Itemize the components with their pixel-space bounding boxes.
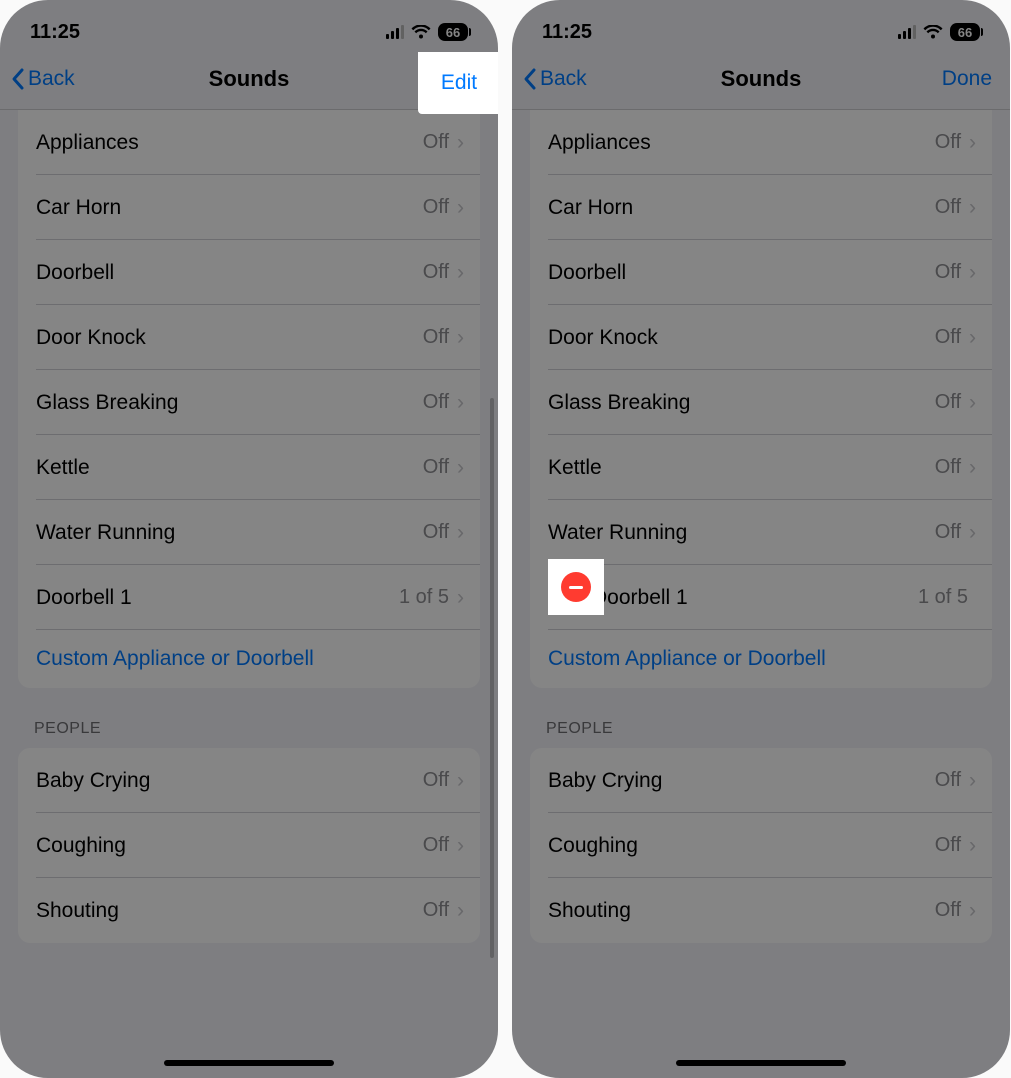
list-item[interactable]: CoughingOff›: [530, 813, 992, 878]
list-item[interactable]: Door KnockOff›: [530, 305, 992, 370]
chevron-right-icon: ›: [969, 261, 976, 285]
list-item[interactable]: Door KnockOff›: [18, 305, 480, 370]
list-item[interactable]: KettleOff›: [18, 435, 480, 500]
list-item[interactable]: Baby CryingOff›: [18, 748, 480, 813]
highlight-edit: Edit: [420, 54, 498, 112]
chevron-right-icon: ›: [969, 769, 976, 793]
phone-left: 11:25 66 Back Sounds Edit AppliancesOff›…: [0, 0, 498, 1078]
section-header-people: PEOPLE: [18, 688, 480, 748]
list-item[interactable]: DoorbellOff›: [530, 240, 992, 305]
chevron-right-icon: ›: [457, 456, 464, 480]
chevron-right-icon: ›: [969, 131, 976, 155]
sounds-list: AppliancesOff› Car HornOff› DoorbellOff›…: [18, 110, 480, 688]
list-item[interactable]: KettleOff›: [530, 435, 992, 500]
status-time: 11:25: [542, 21, 592, 44]
chevron-right-icon: ›: [457, 899, 464, 923]
chevron-right-icon: ›: [457, 131, 464, 155]
list-item[interactable]: ShoutingOff›: [530, 878, 992, 943]
chevron-right-icon: ›: [457, 834, 464, 858]
list-item[interactable]: AppliancesOff›: [530, 110, 992, 175]
list-item[interactable]: Glass BreakingOff›: [18, 370, 480, 435]
section-header-people: PEOPLE: [530, 688, 992, 748]
scroll-indicator[interactable]: [490, 398, 494, 958]
chevron-right-icon: ›: [457, 586, 464, 610]
custom-add-link[interactable]: Custom Appliance or Doorbell: [530, 630, 992, 688]
list-item[interactable]: CoughingOff›: [18, 813, 480, 878]
battery-icon: 66: [950, 23, 980, 41]
done-button[interactable]: Done: [942, 67, 992, 91]
cellular-icon: [386, 25, 404, 39]
chevron-right-icon: ›: [969, 326, 976, 350]
home-indicator[interactable]: [164, 1060, 334, 1066]
phone-right: 11:25 66 Back Sounds Done AppliancesOff›…: [512, 0, 1010, 1078]
highlight-delete: [550, 561, 602, 613]
chevron-right-icon: ›: [457, 261, 464, 285]
wifi-icon: [923, 25, 943, 40]
chevron-right-icon: ›: [457, 521, 464, 545]
chevron-right-icon: ›: [457, 391, 464, 415]
chevron-right-icon: ›: [969, 456, 976, 480]
cellular-icon: [898, 25, 916, 39]
custom-add-link[interactable]: Custom Appliance or Doorbell: [18, 630, 480, 688]
home-indicator[interactable]: [676, 1060, 846, 1066]
list-item[interactable]: DoorbellOff›: [18, 240, 480, 305]
list-item[interactable]: Car HornOff›: [18, 175, 480, 240]
chevron-right-icon: ›: [969, 521, 976, 545]
list-item[interactable]: AppliancesOff›: [18, 110, 480, 175]
delete-minus-icon-highlight[interactable]: [561, 572, 591, 602]
list-item[interactable]: Baby CryingOff›: [530, 748, 992, 813]
chevron-right-icon: ›: [457, 326, 464, 350]
list-item[interactable]: ShoutingOff›: [18, 878, 480, 943]
battery-icon: 66: [438, 23, 468, 41]
nav-bar: Back Sounds Done: [512, 54, 1010, 110]
chevron-right-icon: ›: [969, 391, 976, 415]
list-item[interactable]: Water RunningOff›: [18, 500, 480, 565]
chevron-right-icon: ›: [969, 834, 976, 858]
people-list: Baby CryingOff› CoughingOff› ShoutingOff…: [530, 748, 992, 943]
page-title: Sounds: [512, 66, 1010, 92]
list-item[interactable]: Water RunningOff›: [530, 500, 992, 565]
edit-button-highlight[interactable]: Edit: [441, 71, 477, 95]
chevron-right-icon: ›: [457, 196, 464, 220]
wifi-icon: [411, 25, 431, 40]
status-right: 66: [386, 23, 468, 41]
list-item[interactable]: Glass BreakingOff›: [530, 370, 992, 435]
status-right: 66: [898, 23, 980, 41]
list-item[interactable]: Doorbell 11 of 5›: [18, 565, 480, 630]
chevron-right-icon: ›: [969, 899, 976, 923]
status-bar: 11:25 66: [512, 0, 1010, 54]
chevron-right-icon: ›: [457, 769, 464, 793]
status-bar: 11:25 66: [0, 0, 498, 54]
chevron-right-icon: ›: [969, 196, 976, 220]
people-list: Baby CryingOff› CoughingOff› ShoutingOff…: [18, 748, 480, 943]
list-item[interactable]: Car HornOff›: [530, 175, 992, 240]
status-time: 11:25: [30, 21, 80, 44]
